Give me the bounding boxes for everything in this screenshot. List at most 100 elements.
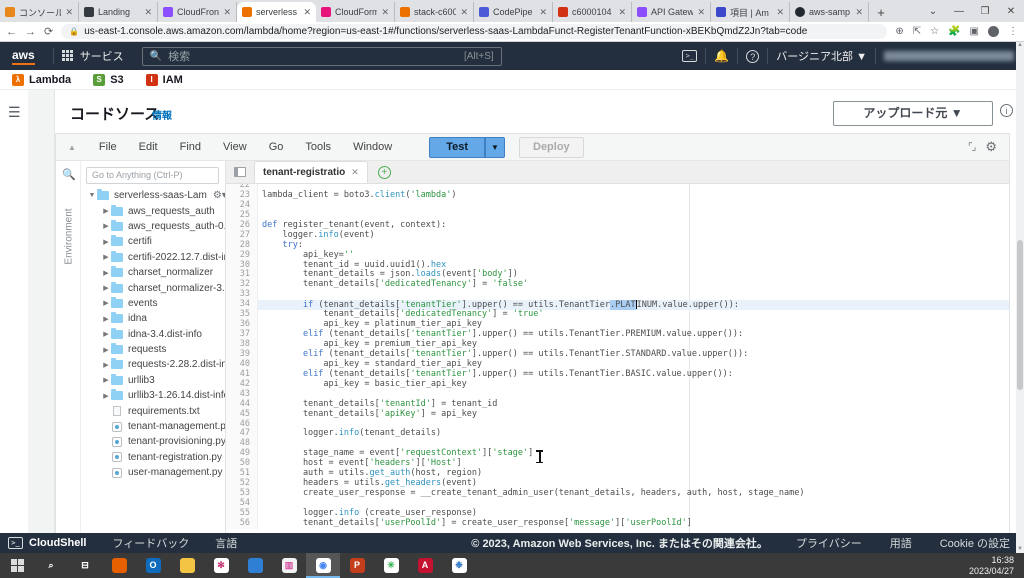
scroll-up-arrow[interactable]: ▲ [1016,42,1024,48]
language-link[interactable]: 言語 [215,535,237,551]
tree-folder[interactable]: ▶certifi-2022.12.7.dist-info [81,250,225,265]
settings-gear-icon[interactable]: ⚙ [985,139,997,155]
tree-file[interactable]: user-management.py [81,465,225,480]
collapse-panel-icon[interactable]: ▲ [68,143,76,152]
chevron-right-icon[interactable]: ▶ [101,330,111,338]
editor-tab-tenant-registration[interactable]: tenant-registratio ✕ [254,161,368,183]
code-line[interactable]: 32 tenant_details['dedicatedTenancy'] = … [226,280,1009,290]
chevron-right-icon[interactable]: ▶ [101,269,111,277]
tree-file[interactable]: tenant-provisioning.py [81,434,225,449]
chevron-right-icon[interactable]: ▶ [101,238,111,246]
tree-search-icon[interactable]: 🔍 [62,168,76,181]
test-button[interactable]: Test [429,137,485,158]
address-bar[interactable]: 🔒 us-east-1.console.aws.amazon.com/lambd… [61,24,887,39]
chevron-right-icon[interactable]: ▶ [101,222,111,230]
code-line[interactable]: 33 [226,290,1009,300]
taskbar-clock[interactable]: 16:38 2023/04/27 [969,555,1024,577]
code-line[interactable]: 45 tenant_details['apiKey'] = api_key [226,410,1009,420]
tree-folder[interactable]: ▶urllib3-1.26.14.dist-info [81,388,225,403]
tree-folder[interactable]: ▶idna [81,311,225,326]
tab-close-icon[interactable]: ✕ [855,7,863,18]
chevron-right-icon[interactable]: ▶ [101,361,111,369]
account-name-redacted[interactable] [884,51,1014,61]
cloudshell-icon[interactable]: >_ [682,50,697,62]
taskbar-task-view-icon[interactable]: ⊟ [68,553,102,578]
fullscreen-icon[interactable]: ⌜⌟ [968,142,975,153]
back-icon[interactable]: ← [6,26,17,38]
menu-go[interactable]: Go [258,141,295,153]
tab-close-icon[interactable]: ✕ [460,7,468,18]
tab-close-icon[interactable]: ✕ [381,7,389,18]
tree-folder[interactable]: ▶charset_normalizer [81,265,225,280]
browser-menu-icon[interactable]: ⋮ [1008,26,1018,37]
browser-tab[interactable]: Landing✕ [79,2,158,22]
browser-tab[interactable]: CodePipe✕ [474,2,553,22]
forward-icon[interactable]: → [25,26,36,38]
taskbar-vscode-icon[interactable] [238,553,272,578]
taskbar-file-explorer-icon[interactable] [170,553,204,578]
tab-close-icon[interactable]: ✕ [697,7,705,18]
browser-tab[interactable]: CloudFron✕ [158,2,237,22]
chevron-right-icon[interactable]: ▶ [101,253,111,261]
share-icon[interactable]: ⇱ [913,26,921,37]
split-pane-icon[interactable] [234,167,246,177]
taskbar-powerpoint-icon[interactable]: P [340,553,374,578]
tree-folder[interactable]: ▶requests [81,342,225,357]
test-dropdown-icon[interactable]: ▼ [485,137,505,158]
close-tab-icon[interactable]: ✕ [351,167,359,178]
taskbar-firefox-icon[interactable] [102,553,136,578]
chevron-right-icon[interactable]: ▶ [101,207,111,215]
tree-settings-gear-icon[interactable]: ⚙▾ [213,190,225,201]
chevron-right-icon[interactable]: ▶ [101,376,111,384]
favorite-iam[interactable]: IIAM [146,74,183,86]
tab-search-icon[interactable]: ⌄ [920,6,946,17]
browser-tab[interactable]: stack-c600✕ [395,2,474,22]
bookmark-star-icon[interactable]: ☆ [930,26,939,37]
code-line[interactable]: 23lambda_client = boto3.client('lambda') [226,191,1009,201]
notifications-bell-icon[interactable]: 🔔 [714,49,729,63]
tab-close-icon[interactable]: ✕ [223,7,231,18]
cloudshell-link[interactable]: >_ CloudShell [8,537,86,549]
favorite-s3[interactable]: SS3 [93,74,123,86]
taskbar-acrobat-icon[interactable]: A [408,553,442,578]
tree-folder[interactable]: ▶idna-3.4.dist-info [81,327,225,342]
code-line[interactable]: 42 api_key = basic_tier_api_key [226,380,1009,390]
help-icon[interactable]: ? [746,50,759,63]
tree-folder[interactable]: ▶charset_normalizer-3.1.0 [81,280,225,295]
new-tab-button[interactable]: + [869,2,893,22]
page-scrollbar[interactable]: ▲ ▼ [1016,42,1024,553]
extensions-icon[interactable]: 🧩 [948,26,960,37]
tree-folder[interactable]: ▶requests-2.28.2.dist-info [81,357,225,372]
browser-tab[interactable]: aws-samp✕ [790,2,869,22]
chevron-right-icon[interactable]: ▶ [101,315,111,323]
code-line[interactable]: 53 create_user_response = __create_tenan… [226,489,1009,499]
browser-tab[interactable]: CloudForm✕ [316,2,395,22]
chevron-down-icon[interactable]: ▼ [87,192,97,199]
aws-search-input[interactable]: 🔍 検索 [Alt+S] [142,47,502,66]
tree-root-folder[interactable]: ▼serverless-saas-Lam⚙▾ [81,188,225,203]
tree-file[interactable]: tenant-management.py [81,419,225,434]
region-selector[interactable]: バージニア北部 ▼ [776,48,867,64]
url-text[interactable]: us-east-1.console.aws.amazon.com/lambda/… [84,26,807,37]
console-menu-icon[interactable]: ☰ [8,104,24,121]
privacy-link[interactable]: プライバシー [796,535,862,551]
tree-folder[interactable]: ▶urllib3 [81,373,225,388]
code-line[interactable]: 47 logger.info(tenant_details) [226,429,1009,439]
side-panel-icon[interactable]: ▣ [970,26,979,37]
tree-folder[interactable]: ▶aws_requests_auth-0.4.3 [81,219,225,234]
menu-edit[interactable]: Edit [128,141,169,153]
code-editor-area[interactable]: 2223lambda_client = boto3.client('lambda… [226,184,1009,534]
tab-close-icon[interactable]: ✕ [303,7,311,18]
tab-close-icon[interactable]: ✕ [144,7,152,18]
menu-file[interactable]: File [88,141,128,153]
tab-close-icon[interactable]: ✕ [618,7,626,18]
menu-window[interactable]: Window [342,141,403,153]
new-tab-plus-icon[interactable]: + [378,166,391,179]
taskbar-search-icon[interactable]: ⌕ [34,553,68,578]
code-line[interactable]: 56 tenant_details['userPoolId'] = create… [226,519,1009,529]
chevron-right-icon[interactable]: ▶ [101,284,111,292]
services-grid-icon[interactable] [62,50,74,62]
close-icon[interactable]: ✕ [998,6,1024,17]
taskbar-notes-app-icon[interactable]: ▥ [272,553,306,578]
taskbar-slack-icon[interactable]: ✻ [204,553,238,578]
